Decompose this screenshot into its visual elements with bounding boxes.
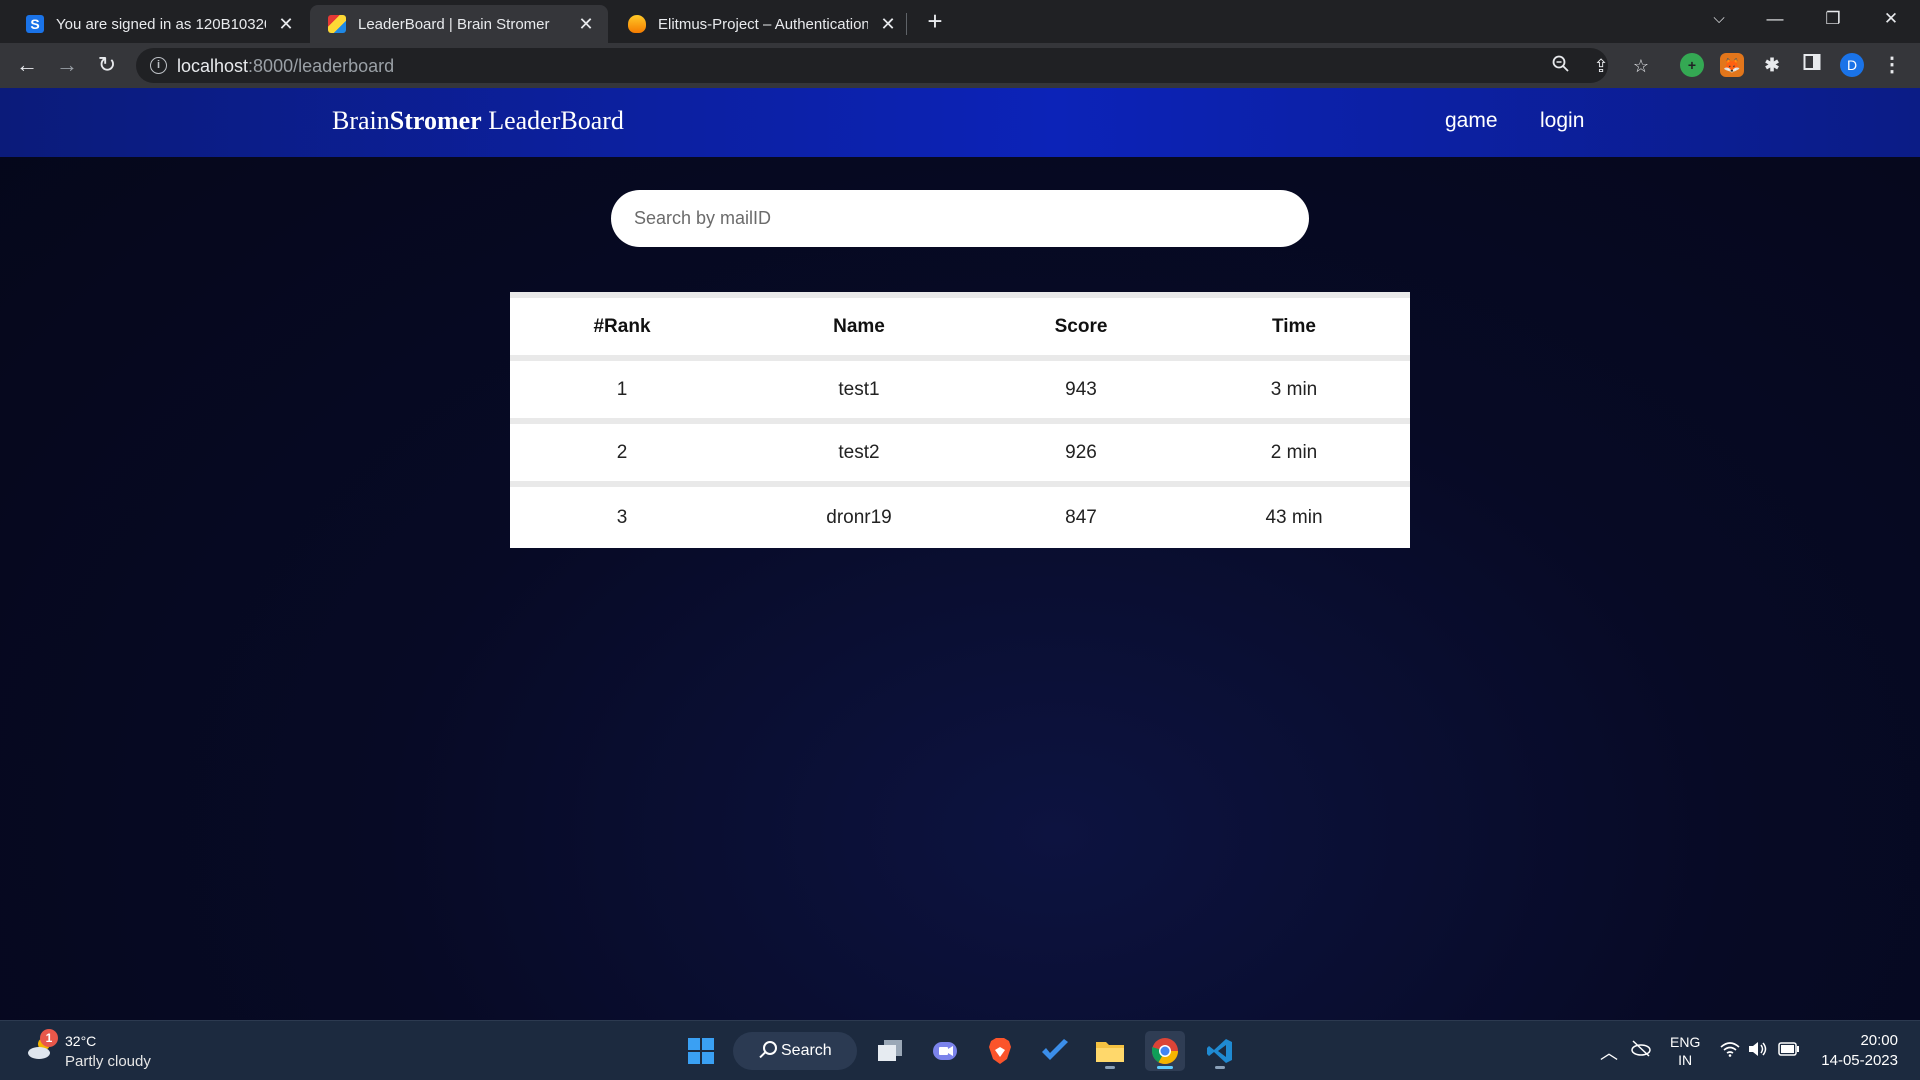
- tab-close-icon[interactable]: ✕: [276, 14, 296, 35]
- site-info-icon[interactable]: i: [150, 57, 167, 74]
- leaderboard-page: BrainStromer LeaderBoard game login #Ran…: [0, 88, 1920, 1020]
- rank-cell: 2: [616, 441, 628, 463]
- bookmark-star-icon[interactable]: ☆: [1630, 55, 1652, 77]
- leaderboard-table: #Rank Name Score Time 1 test1 943 3 min …: [510, 292, 1410, 548]
- todo-checkmark-icon[interactable]: [1035, 1031, 1075, 1071]
- table-row: 1 test1 943 3 min: [510, 361, 1410, 418]
- tab-close-icon[interactable]: ✕: [878, 14, 898, 35]
- running-indicator: [1157, 1066, 1173, 1069]
- zoom-icon[interactable]: [1550, 55, 1572, 77]
- search-mail-input[interactable]: [611, 190, 1309, 247]
- table-header-row: #Rank Name Score Time: [510, 298, 1410, 355]
- clock-time: 20:00: [1860, 1032, 1898, 1049]
- table-row: 3 dronr19 847 43 min: [510, 487, 1410, 548]
- site-navbar: BrainStromer LeaderBoard game login: [0, 88, 1920, 157]
- system-clock[interactable]: 20:00 14-05-2023: [1821, 1031, 1898, 1071]
- battery-charging-icon[interactable]: [1778, 1042, 1800, 1060]
- restore-button[interactable]: ❐: [1804, 0, 1862, 38]
- brain-stromer-favicon-icon: [328, 15, 346, 33]
- header-score: Score: [1054, 315, 1108, 337]
- tab-title: You are signed in as 120B10320: [56, 15, 266, 33]
- volume-icon[interactable]: [1748, 1041, 1768, 1061]
- running-indicator: [1215, 1066, 1225, 1069]
- wifi-icon[interactable]: [1720, 1041, 1740, 1061]
- score-cell: 943: [1065, 378, 1097, 400]
- url-text[interactable]: localhost:8000/leaderboard: [177, 56, 394, 77]
- show-hidden-icons-chevron-icon[interactable]: ︿: [1600, 1039, 1618, 1065]
- tab-search-chevron-icon[interactable]: ⌵: [1690, 0, 1748, 38]
- tab-title: Elitmus-Project – Authentication: [658, 15, 868, 33]
- tab-close-icon[interactable]: ✕: [576, 14, 596, 35]
- score-cell: 926: [1065, 441, 1097, 463]
- tab-elitmus-auth[interactable]: Elitmus-Project – Authentication ✕: [610, 5, 910, 43]
- score-cell: 847: [1065, 506, 1097, 528]
- share-icon[interactable]: ⇪: [1590, 55, 1612, 77]
- weather-notification-badge: 1: [40, 1029, 58, 1047]
- header-name: Name: [833, 315, 885, 337]
- tab-leaderboard[interactable]: LeaderBoard | Brain Stromer ✕: [310, 5, 608, 43]
- reload-icon[interactable]: ↻: [91, 49, 123, 81]
- tab-title: LeaderBoard | Brain Stromer: [358, 15, 550, 33]
- task-view-icon[interactable]: [870, 1031, 910, 1071]
- address-bar[interactable]: i localhost:8000/leaderboard ⇪ ☆: [136, 48, 1649, 83]
- profile-avatar[interactable]: D: [1840, 53, 1864, 77]
- search-icon: [763, 1041, 777, 1055]
- running-indicator: [1105, 1066, 1115, 1069]
- green-plus-extension-icon[interactable]: +: [1680, 53, 1704, 77]
- vscode-icon[interactable]: [1200, 1031, 1240, 1071]
- header-time: Time: [1271, 315, 1316, 337]
- header-rank: #Rank: [593, 315, 651, 337]
- metamask-fox-icon[interactable]: 🦊: [1720, 53, 1744, 77]
- firebase-favicon-icon: [628, 15, 646, 33]
- name-cell: dronr19: [826, 506, 892, 528]
- s-favicon-icon: S: [26, 15, 44, 33]
- name-cell: test2: [838, 441, 880, 463]
- extensions-puzzle-icon[interactable]: ✱: [1760, 53, 1784, 77]
- close-window-button[interactable]: ✕: [1862, 0, 1920, 38]
- weather-description[interactable]: Partly cloudy: [65, 1053, 151, 1070]
- rank-cell: 1: [616, 378, 628, 400]
- time-cell: 2 min: [1270, 441, 1318, 463]
- new-tab-button[interactable]: +: [920, 6, 950, 36]
- time-cell: 43 min: [1265, 506, 1323, 528]
- site-brand[interactable]: BrainStromer LeaderBoard: [332, 106, 624, 136]
- teams-chat-icon[interactable]: [925, 1031, 965, 1071]
- taskbar-search-label: Search: [781, 1042, 832, 1059]
- language-code: ENG: [1670, 1034, 1701, 1050]
- onedrive-offline-icon[interactable]: [1630, 1039, 1652, 1061]
- minimize-button[interactable]: —: [1746, 0, 1804, 38]
- table-row: 2 test2 926 2 min: [510, 424, 1410, 481]
- name-cell: test1: [838, 378, 880, 400]
- file-explorer-icon[interactable]: [1090, 1031, 1130, 1071]
- rank-cell: 3: [616, 506, 628, 528]
- clock-date: 14-05-2023: [1821, 1052, 1898, 1069]
- nav-link-login[interactable]: login: [1540, 109, 1584, 133]
- windows-start-icon[interactable]: [681, 1031, 721, 1071]
- browser-toolbar: ← → ↻ i localhost:8000/leaderboard ⇪ ☆ +…: [0, 43, 1920, 88]
- taskbar-search-button[interactable]: Search: [733, 1032, 857, 1070]
- side-panel-icon[interactable]: [1800, 53, 1824, 77]
- brave-browser-icon[interactable]: [980, 1031, 1020, 1071]
- time-cell: 3 min: [1270, 378, 1318, 400]
- weather-temperature[interactable]: 32°C: [65, 1033, 96, 1049]
- tab-signed-in[interactable]: S You are signed in as 120B10320 ✕: [8, 5, 308, 43]
- chrome-browser-icon[interactable]: [1145, 1031, 1185, 1071]
- nav-link-game[interactable]: game: [1445, 109, 1498, 133]
- region-code: IN: [1678, 1052, 1693, 1068]
- browser-tab-strip: S You are signed in as 120B10320 ✕ Leade…: [0, 0, 1920, 43]
- forward-arrow-icon[interactable]: →: [51, 49, 83, 81]
- language-indicator[interactable]: ENG IN: [1670, 1033, 1700, 1069]
- tab-separator: [906, 13, 907, 35]
- back-arrow-icon[interactable]: ←: [11, 49, 43, 81]
- browser-menu-icon[interactable]: ⋮: [1880, 53, 1904, 77]
- windows-taskbar: 1 32°C Partly cloudy Search ︿ ENG IN 20:…: [0, 1020, 1920, 1080]
